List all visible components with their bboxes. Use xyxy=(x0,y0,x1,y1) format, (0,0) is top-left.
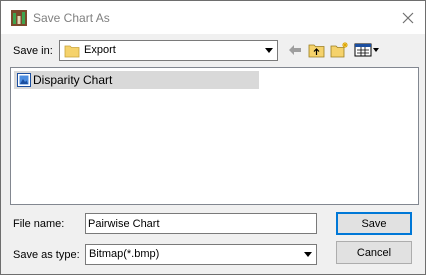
chart-app-icon xyxy=(11,10,27,26)
file-list[interactable]: Disparity Chart xyxy=(10,67,419,205)
back-arrow-icon[interactable] xyxy=(287,41,303,59)
up-folder-icon[interactable] xyxy=(307,41,325,59)
close-icon xyxy=(402,12,414,24)
close-button[interactable] xyxy=(398,8,418,28)
cancel-button[interactable]: Cancel xyxy=(336,241,412,264)
folder-icon xyxy=(64,43,80,59)
save-as-type-dropdown[interactable]: Bitmap(*.bmp) xyxy=(85,244,317,265)
view-menu-icon[interactable] xyxy=(353,41,381,59)
save-as-type-label: Save as type: xyxy=(13,249,80,261)
title-bar[interactable]: Save Chart As xyxy=(1,1,425,34)
save-in-dropdown[interactable]: Export xyxy=(59,40,278,61)
file-name-field[interactable] xyxy=(85,213,317,234)
file-item-name: Disparity Chart xyxy=(33,73,113,87)
file-name-input[interactable] xyxy=(88,215,314,232)
dialog-title: Save Chart As xyxy=(33,11,110,25)
save-in-label: Save in: xyxy=(13,45,53,57)
file-name-label: File name: xyxy=(13,218,65,230)
chevron-down-icon[interactable] xyxy=(299,245,316,264)
save-in-value: Export xyxy=(84,44,116,56)
save-chart-dialog: Save Chart As Save in: Export Disparity … xyxy=(0,0,426,275)
chevron-down-icon[interactable] xyxy=(260,41,277,60)
save-button[interactable]: Save xyxy=(336,212,412,235)
list-item[interactable]: Disparity Chart xyxy=(14,71,259,89)
bitmap-file-icon xyxy=(17,73,31,87)
new-folder-icon[interactable] xyxy=(330,41,349,59)
save-as-type-value: Bitmap(*.bmp) xyxy=(89,248,160,260)
